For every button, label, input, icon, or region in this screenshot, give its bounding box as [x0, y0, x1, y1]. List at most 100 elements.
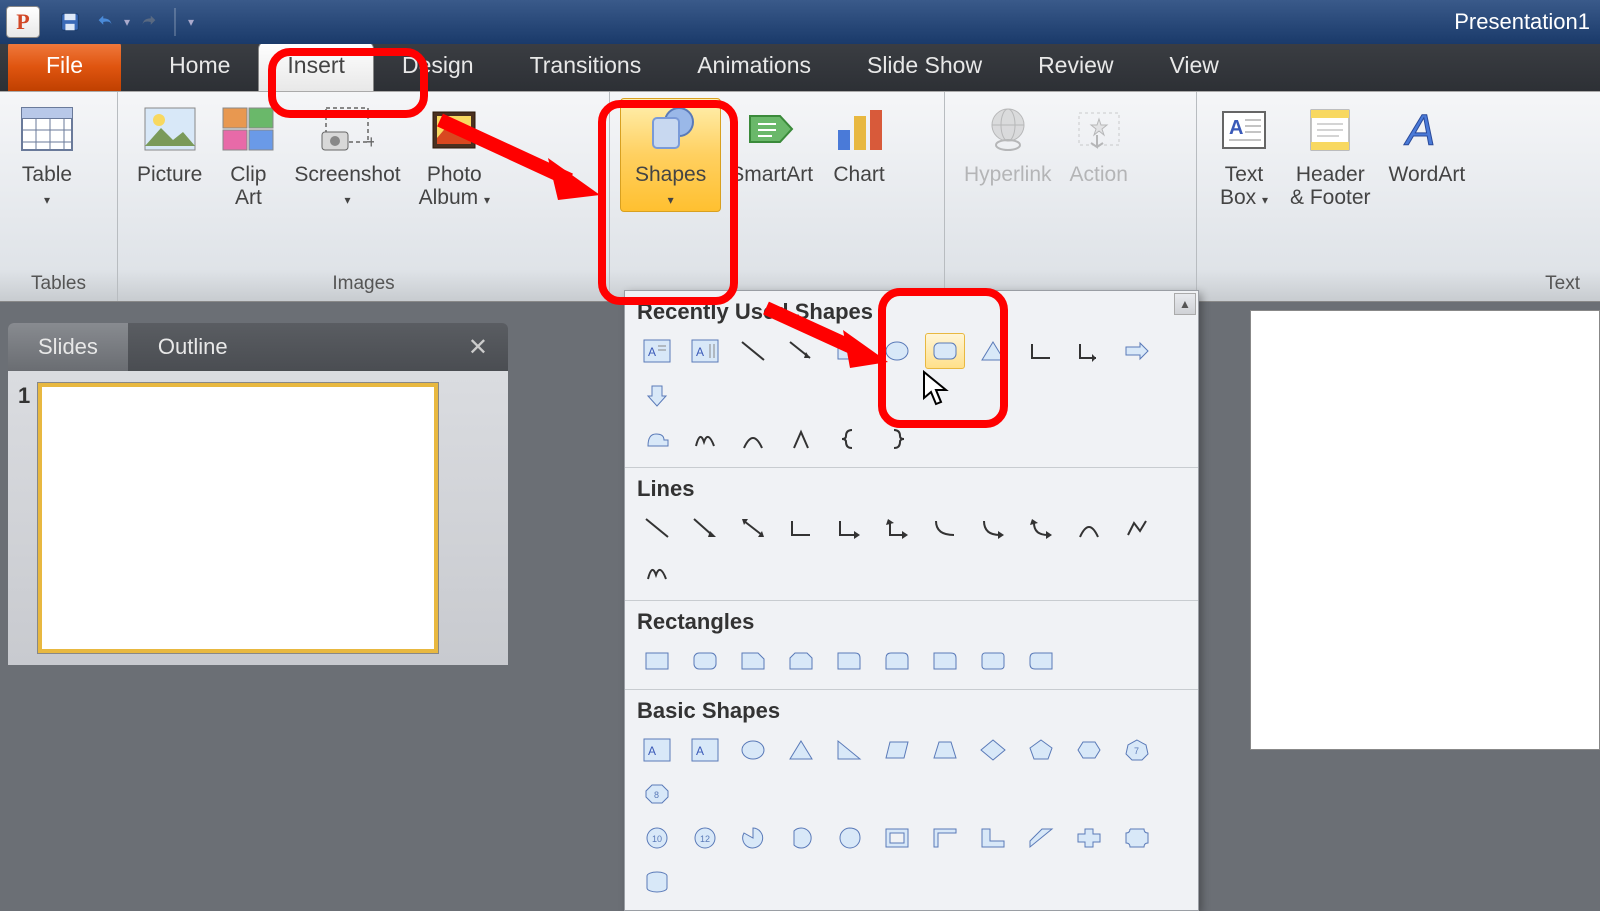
table-button[interactable]: Table▾: [10, 98, 84, 212]
shape-b-triangle[interactable]: [781, 732, 821, 768]
shape-arrow-line[interactable]: [781, 333, 821, 369]
shape-b-textbox2[interactable]: A: [685, 732, 725, 768]
shape-curve-arrow[interactable]: [973, 510, 1013, 546]
shape-b-diamond[interactable]: [973, 732, 1013, 768]
picture-button[interactable]: Picture: [128, 98, 211, 189]
shape-b-frame[interactable]: [877, 820, 917, 856]
shape-elbow2[interactable]: [829, 510, 869, 546]
shape-b-pie[interactable]: [733, 820, 773, 856]
slide-edit-area[interactable]: [1250, 310, 1600, 750]
tab-animations[interactable]: Animations: [669, 42, 839, 91]
shape-line2[interactable]: [637, 510, 677, 546]
shape-arc[interactable]: [733, 421, 773, 457]
shape-rect4[interactable]: [781, 643, 821, 679]
qat-redo-button[interactable]: [134, 8, 162, 36]
shape-b-cross[interactable]: [1069, 820, 1109, 856]
shape-rect7[interactable]: [925, 643, 965, 679]
shape-left-brace[interactable]: [829, 421, 869, 457]
clipart-button[interactable]: Clip Art: [211, 98, 285, 212]
shape-b-plaque[interactable]: [1117, 820, 1157, 856]
scroll-up-button[interactable]: ▲: [1174, 293, 1196, 315]
shape-rect1[interactable]: [637, 643, 677, 679]
hyperlink-button[interactable]: Hyperlink: [955, 98, 1061, 189]
app-icon[interactable]: P: [6, 6, 40, 38]
chart-button[interactable]: Chart: [822, 98, 896, 189]
tab-slide-show[interactable]: Slide Show: [839, 42, 1010, 91]
panel-tab-slides[interactable]: Slides: [8, 323, 128, 371]
shape-rounded-rectangle[interactable]: [925, 333, 965, 369]
panel-tab-outline[interactable]: Outline: [128, 323, 258, 371]
shape-scribble[interactable]: [685, 421, 725, 457]
shapes-button[interactable]: Shapes▾: [620, 98, 721, 212]
shape-freeform[interactable]: [637, 421, 677, 457]
shape-curve[interactable]: [925, 510, 965, 546]
slide-thumb-1[interactable]: 1: [18, 383, 498, 653]
shape-double-arrow[interactable]: [733, 510, 773, 546]
shape-right-arrow[interactable]: [1117, 333, 1157, 369]
action-button[interactable]: Action: [1061, 98, 1137, 189]
shape-oval[interactable]: [877, 333, 917, 369]
header-footer-button[interactable]: Header & Footer: [1281, 98, 1380, 212]
screenshot-button[interactable]: + Screenshot▾: [285, 98, 409, 212]
shape-freeform2[interactable]: [1117, 510, 1157, 546]
tab-home[interactable]: Home: [141, 42, 258, 91]
tab-insert[interactable]: Insert: [258, 41, 374, 91]
shape-b-decagon[interactable]: 10: [637, 820, 677, 856]
shape-b-dodecagon[interactable]: 12: [685, 820, 725, 856]
tab-transitions[interactable]: Transitions: [502, 42, 670, 91]
wordart-button[interactable]: A WordArt: [1380, 98, 1475, 189]
tab-review[interactable]: Review: [1010, 42, 1141, 91]
shape-b-hexagon[interactable]: [1069, 732, 1109, 768]
shape-elbow-connector[interactable]: [1021, 333, 1061, 369]
shape-b-heptagon[interactable]: 7: [1117, 732, 1157, 768]
qat-undo-button[interactable]: [92, 8, 120, 36]
text-box-button[interactable]: A Text Box ▾: [1207, 98, 1281, 212]
qat-customize-dropdown[interactable]: ▾: [188, 15, 194, 29]
shape-rect3[interactable]: [733, 643, 773, 679]
shape-elbow3[interactable]: [877, 510, 917, 546]
tab-design[interactable]: Design: [374, 42, 502, 91]
shape-b-diagstripe[interactable]: [1021, 820, 1061, 856]
shape-b-octagon[interactable]: 8: [637, 776, 677, 812]
shape-rect2[interactable]: [685, 643, 725, 679]
tab-view[interactable]: View: [1141, 42, 1246, 91]
chart-icon: [831, 101, 887, 157]
shape-rect6[interactable]: [877, 643, 917, 679]
shape-arrow-line2[interactable]: [685, 510, 725, 546]
shape-scribble2[interactable]: [637, 554, 677, 590]
qat-save-button[interactable]: [56, 8, 84, 36]
shape-textbox[interactable]: A: [637, 333, 677, 369]
shape-b-lshape[interactable]: [973, 820, 1013, 856]
shape-b-rtriangle[interactable]: [829, 732, 869, 768]
shape-b-oval[interactable]: [733, 732, 773, 768]
shape-b-chord[interactable]: [781, 820, 821, 856]
shape-rectangle[interactable]: [829, 333, 869, 369]
shape-down-arrow[interactable]: [637, 377, 677, 413]
shape-line[interactable]: [733, 333, 773, 369]
shape-right-brace[interactable]: [877, 421, 917, 457]
photo-album-button[interactable]: Photo Album ▾: [410, 98, 499, 212]
header-footer-icon: [1302, 101, 1358, 157]
shape-rect5[interactable]: [829, 643, 869, 679]
qat-undo-dropdown[interactable]: ▾: [124, 15, 130, 29]
shape-triangle[interactable]: [973, 333, 1013, 369]
shape-b-textbox[interactable]: A: [637, 732, 677, 768]
shape-chevron[interactable]: [781, 421, 821, 457]
shape-curve-double[interactable]: [1021, 510, 1061, 546]
shape-arc2[interactable]: [1069, 510, 1109, 546]
svg-text:8: 8: [654, 790, 659, 800]
tab-file[interactable]: File: [8, 42, 121, 91]
shape-b-teardrop[interactable]: [829, 820, 869, 856]
shape-b-halfframe[interactable]: [925, 820, 965, 856]
smartart-button[interactable]: SmartArt: [721, 98, 822, 189]
shape-textbox-vert[interactable]: A: [685, 333, 725, 369]
shape-b-parallelogram[interactable]: [877, 732, 917, 768]
shape-b-can[interactable]: [637, 864, 677, 900]
panel-close-button[interactable]: ✕: [468, 333, 488, 362]
shape-elbow-arrow[interactable]: [1069, 333, 1109, 369]
shape-b-pentagon[interactable]: [1021, 732, 1061, 768]
shape-b-trapezoid[interactable]: [925, 732, 965, 768]
shape-elbow1[interactable]: [781, 510, 821, 546]
shape-rect9[interactable]: [1021, 643, 1061, 679]
shape-rect8[interactable]: [973, 643, 1013, 679]
